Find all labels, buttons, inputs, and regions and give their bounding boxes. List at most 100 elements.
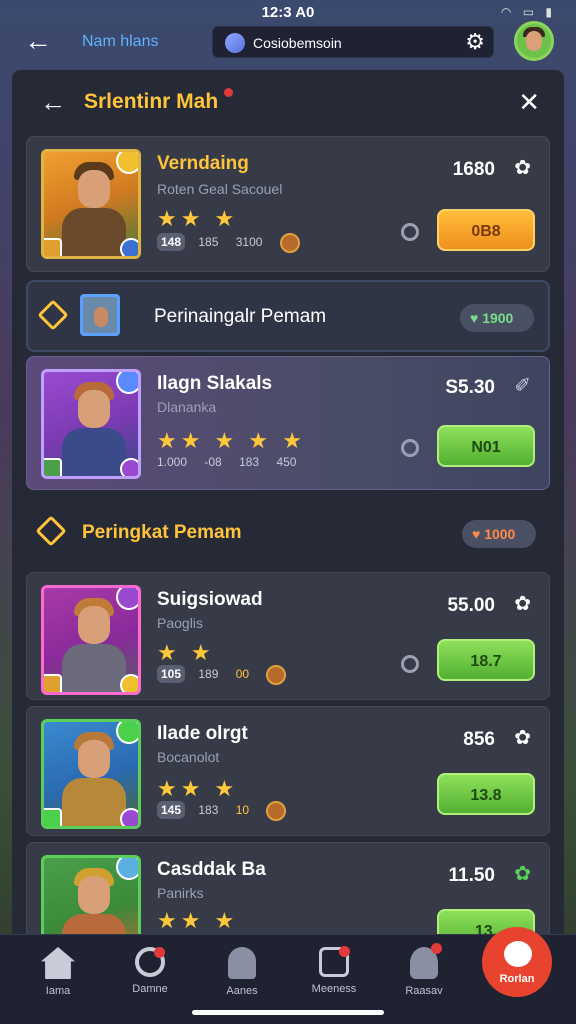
class-badge-icon [120, 808, 138, 826]
chat-icon [504, 941, 532, 967]
heart-icon: ♥ [472, 526, 485, 542]
price: 55.00 [447, 595, 495, 616]
section-header: Peringkat Pemam ♥ 1000 [26, 498, 550, 570]
character-name: Casddak Ba [157, 859, 266, 880]
select-radio[interactable] [401, 223, 419, 241]
sword-icon: ✐ [514, 375, 531, 397]
character-name: Verndaing [157, 153, 249, 174]
select-radio[interactable] [401, 655, 419, 673]
flower-icon: ✿ [514, 593, 531, 615]
character-subtitle: Paoglis [157, 615, 203, 631]
app-bar: ← Nam hlans Cosiobemsoin ⚙ [0, 21, 576, 64]
character-stats: 105 189 00 [157, 665, 287, 685]
star-rating: ★★ ★ ★ ★ [157, 428, 306, 453]
character-card[interactable]: Verndaing Roten Geal Sacouel ★★ ★ 148 18… [26, 136, 550, 272]
character-stats: 145 183 10 [157, 801, 287, 821]
back-arrow-icon[interactable]: ← [24, 26, 54, 58]
price: 856 [463, 729, 495, 750]
character-subtitle: Bocanolot [157, 749, 220, 765]
ranking-panel: ← Srlentinr Mah ✕ Verndaing Roten Geal S… [12, 70, 564, 940]
mini-portrait [80, 294, 120, 336]
search-text: Cosiobemsoin [253, 35, 342, 51]
select-button[interactable]: N01 [437, 425, 535, 467]
status-icons: ◠ ▭ ▮ [500, 5, 556, 19]
select-button[interactable]: 13.8 [437, 773, 535, 815]
level-badge: 148 [157, 233, 186, 252]
nav-raasav[interactable]: Raasav [384, 943, 464, 997]
character-portrait [41, 855, 141, 940]
stat-value: 3100 [235, 235, 263, 250]
character-card-highlighted[interactable]: Ilagn Slakals Dlananka ★★ ★ ★ ★ 1.000 -0… [26, 356, 550, 490]
select-button[interactable]: 18.7 [437, 639, 535, 681]
flower-icon: ✿ [514, 863, 531, 885]
element-badge-icon [44, 674, 62, 692]
section-title: Peringkat Pemam [82, 522, 242, 543]
character-portrait [41, 585, 141, 695]
flower-icon: ✿ [514, 157, 531, 179]
home-indicator[interactable] [192, 1010, 384, 1015]
character-portrait [41, 719, 141, 829]
nav-meeness[interactable]: Meeness [294, 946, 374, 995]
nav-aanes[interactable]: Aanes [202, 947, 282, 997]
status-time: 12:3 A0 [261, 4, 315, 21]
ring-icon [135, 947, 165, 977]
character-icon [228, 947, 256, 979]
coin-icon [266, 801, 287, 821]
price: S5.30 [445, 377, 495, 398]
coin-icon [279, 233, 300, 253]
price: 1680 [452, 159, 495, 180]
select-button[interactable]: 0B8 [437, 209, 535, 251]
character-stats: 1.000 -08 183 450 [157, 455, 297, 469]
star-rating: ★★ ★ [157, 776, 239, 801]
flower-icon: ✿ [514, 727, 531, 749]
profile-icon [410, 943, 442, 979]
class-badge-icon [120, 458, 138, 476]
character-card[interactable]: Casddak Ba Panirks ★★ ★ 11.50 ✿ 13. [26, 842, 550, 940]
character-card[interactable]: Suigsiowad Paoglis ★ ★ 105 189 00 55.00 … [26, 572, 550, 700]
rank-badge-icon [116, 858, 138, 880]
panel-title: Srlentinr Mah [84, 90, 219, 113]
search-input[interactable]: Cosiobemsoin ⚙ [212, 26, 494, 58]
nav-damne[interactable]: Damne [110, 947, 190, 995]
star-rating: ★ ★ [157, 640, 215, 665]
panel-back-icon[interactable]: ← [40, 88, 66, 116]
nav-fab-button[interactable]: Rorlan [482, 927, 552, 997]
diamond-icon [35, 515, 67, 547]
character-portrait [41, 149, 141, 259]
character-card[interactable]: Ilade olrgt Bocanolot ★★ ★ 145 183 10 85… [26, 706, 550, 836]
gear-icon[interactable]: ⚙ [465, 30, 485, 54]
diamond-icon [37, 299, 69, 331]
character-subtitle: Dlananka [157, 399, 217, 415]
app-title: Nam hlans [82, 33, 159, 50]
search-icon [225, 33, 245, 53]
nav-home[interactable]: Iama [18, 947, 98, 997]
heart-icon: ♥ [470, 310, 483, 326]
rank-badge-icon [116, 588, 138, 610]
rank-badge-icon [116, 152, 138, 174]
select-radio[interactable] [401, 439, 419, 457]
section-header: Perinaingalr Pemam ♥ 1900 [26, 280, 550, 352]
character-name: Suigsiowad [157, 589, 263, 610]
character-subtitle: Panirks [157, 885, 204, 901]
rank-badge-icon [116, 722, 138, 744]
score-pill: ♥ 1000 [462, 520, 536, 548]
stat-value: 185 [198, 235, 219, 250]
class-badge-icon [120, 674, 138, 692]
character-portrait [41, 369, 141, 479]
section-title: Perinaingalr Pemam [154, 306, 327, 327]
home-icon [41, 947, 75, 979]
character-subtitle: Roten Geal Sacouel [157, 181, 283, 197]
character-stats: 148 185 3100 [157, 233, 300, 253]
class-badge-icon [120, 238, 138, 256]
status-bar: 12:3 A0 ◠ ▭ ▮ [0, 0, 576, 24]
element-badge-icon [44, 458, 62, 476]
price: 11.50 [448, 865, 496, 886]
gallery-icon [319, 946, 350, 977]
score-pill: ♥ 1900 [460, 304, 534, 332]
notification-dot [224, 88, 233, 97]
rank-badge-icon [116, 372, 138, 394]
avatar[interactable] [514, 21, 554, 61]
star-rating: ★★ ★ [157, 206, 239, 231]
close-icon[interactable]: ✕ [518, 88, 540, 116]
character-name: Ilagn Slakals [157, 373, 273, 394]
